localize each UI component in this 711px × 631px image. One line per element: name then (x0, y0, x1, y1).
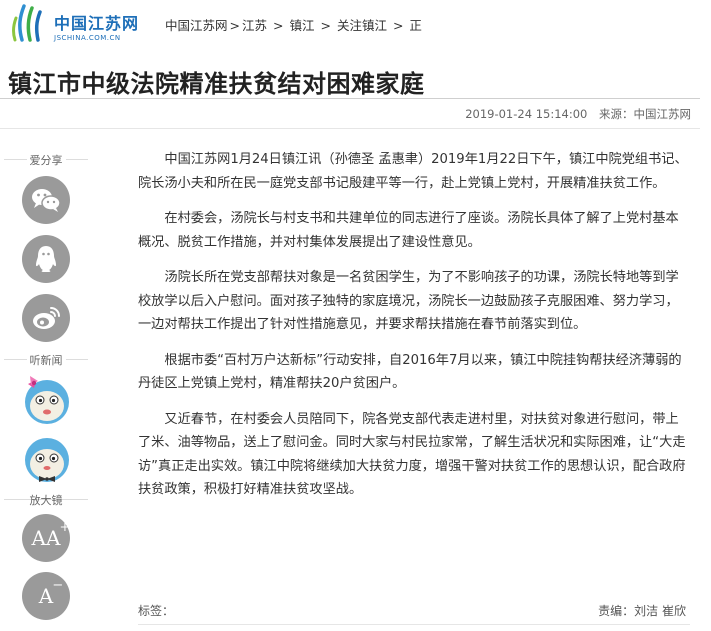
share-sidebar: 爱分享 听新闻 放大镜 AA + A − (0, 140, 92, 631)
breadcrumb-focus-zhenjiang[interactable]: 关注镇江 (337, 18, 387, 33)
share-wechat-button[interactable] (22, 176, 70, 224)
zoom-out-button[interactable]: A − (22, 572, 70, 620)
zoom-out-minus: − (52, 578, 64, 593)
listen-section-label: 听新闻 (26, 354, 66, 367)
logo-text-cn: 中国江苏网 (54, 14, 140, 33)
breadcrumb: 中国江苏网 > 江苏 > 镇江 > 关注镇江 > 正 (165, 15, 422, 34)
site-logo[interactable]: 中国江苏网 JSCHINA.COM.CN (10, 4, 140, 48)
share-qq-button[interactable] (22, 235, 70, 283)
breadcrumb-current[interactable]: 正 (409, 18, 422, 33)
breadcrumb-separator: > (320, 18, 331, 33)
share-section-label: 爱分享 (26, 154, 66, 167)
article-title: 镇江市中级法院精准扶贫结对困难家庭 (8, 70, 425, 98)
article-paragraph: 又近春节，在村委会人员陪同下，院各党支部代表走进村里，对扶贫对象进行慰问，带上了… (138, 411, 686, 498)
article-source: 来源：中国江苏网 (599, 107, 691, 121)
jschina-logo-icon (12, 4, 42, 42)
editor-credit: 责编：刘洁 崔欣 (598, 604, 686, 618)
tags-label: 标签： (138, 604, 175, 618)
qq-icon (36, 246, 56, 272)
site-header: 中国江苏网 JSCHINA.COM.CN 中国江苏网 > 江苏 > 镇江 > 关注镇… (0, 0, 711, 52)
article-paragraph: 在村委会，汤院长与村支书和共建单位的同志进行了座谈。汤院长具体了解了上党村基本概… (138, 211, 679, 250)
article-paragraph: 根据市委“百村万户达新标”行动安排，自2016年7月以来，镇江中院挂钩帮扶经济薄… (138, 352, 682, 392)
zoom-in-icon: AA + (31, 520, 71, 550)
article-paragraph: 中国江苏网1月24日镇江讯（孙德圣 孟惠聿）2019年1月22日下午，镇江中院党… (138, 152, 688, 191)
meta-divider (0, 128, 700, 129)
zoom-out-icon: A − (38, 578, 63, 608)
share-weibo-button[interactable] (22, 294, 70, 342)
article-meta: 2019-01-24 15:14:00 来源：中国江苏网 (465, 106, 691, 122)
share-section-title: 爱分享 (0, 152, 92, 168)
publish-datetime: 2019-01-24 15:14:00 (465, 107, 588, 121)
zoom-in-plus: + (59, 520, 71, 535)
breadcrumb-separator: > (392, 18, 404, 33)
weibo-icon (33, 307, 60, 329)
listen-male-voice-mascot-icon[interactable] (20, 432, 74, 486)
wechat-icon (32, 189, 61, 212)
zoom-section-label: 放大镜 (29, 494, 63, 507)
title-divider (0, 98, 700, 99)
listen-section-title: 听新闻 (0, 352, 92, 368)
zoom-in-button[interactable]: AA + (22, 514, 70, 562)
zoom-in-glyph: A (31, 526, 46, 550)
footer-divider (138, 624, 690, 625)
breadcrumb-separator: > (229, 18, 240, 33)
breadcrumb-zhenjiang[interactable]: 镇江 (289, 18, 314, 33)
article-paragraph: 汤院长所在党支部帮扶对象是一名贫困学生，为了不影响孩子的功课，汤院长特地等到学校… (138, 270, 679, 332)
listen-female-voice-mascot-icon[interactable] (20, 372, 74, 426)
article-body: 中国江苏网1月24日镇江讯（孙德圣 孟惠聿）2019年1月22日下午，镇江中院党… (138, 148, 690, 514)
breadcrumb-home[interactable]: 中国江苏网 (165, 18, 228, 33)
logo-text-en: JSCHINA.COM.CN (54, 34, 121, 42)
zoom-out-glyph: A (38, 584, 54, 608)
breadcrumb-separator: > (273, 18, 284, 33)
zoom-section-title: 放大镜 (0, 492, 92, 508)
breadcrumb-jiangsu[interactable]: 江苏 (242, 18, 267, 33)
